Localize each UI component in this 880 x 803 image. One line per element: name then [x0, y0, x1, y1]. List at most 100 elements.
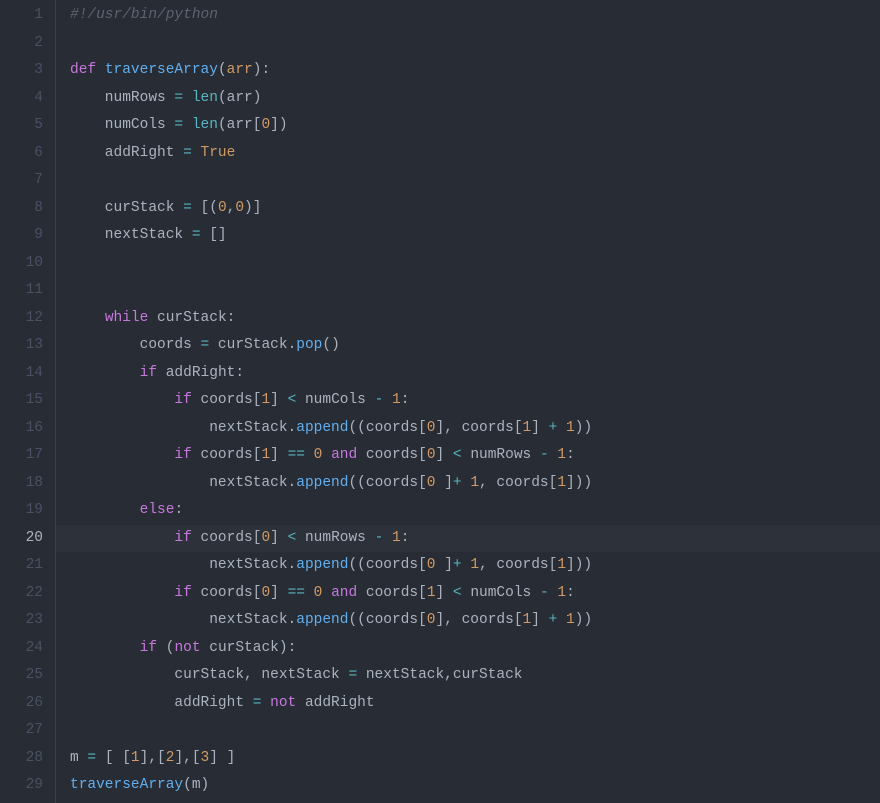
code-line[interactable]: if coords[0] == 0 and coords[1] < numCol…	[70, 580, 592, 608]
line-number: 10	[0, 250, 43, 278]
code-token: ((	[348, 420, 365, 436]
code-token: m	[70, 750, 87, 766]
code-token: ,	[444, 420, 461, 436]
code-token	[70, 392, 174, 408]
code-line[interactable]: if coords[0] < numRows - 1:	[56, 525, 880, 553]
code-token: [	[514, 612, 523, 628]
code-line[interactable]: coords = curStack.pop()	[70, 332, 592, 360]
code-line[interactable]: numCols = len(arr[0])	[70, 112, 592, 140]
code-token: <	[288, 530, 297, 546]
code-token: coords	[357, 447, 418, 463]
code-token	[261, 695, 270, 711]
code-line[interactable]: if addRight:	[70, 360, 592, 388]
line-number: 7	[0, 167, 43, 195]
code-token: ]	[270, 392, 279, 408]
code-line[interactable]: if coords[1] == 0 and coords[0] < numRow…	[70, 442, 592, 470]
code-token: addRight	[70, 695, 253, 711]
code-token: 1	[470, 475, 479, 491]
code-token: ]))	[566, 557, 592, 573]
code-token: and	[331, 447, 357, 463]
code-line[interactable]	[70, 250, 592, 278]
code-token: while	[105, 310, 149, 326]
code-token: arr	[227, 62, 253, 78]
code-token: 0	[235, 200, 244, 216]
code-token: ]	[270, 530, 279, 546]
code-line[interactable]: while curStack:	[70, 305, 592, 333]
code-line[interactable]: addRight = not addRight	[70, 690, 592, 718]
code-line[interactable]: m = [ [1],[2],[3] ]	[70, 745, 592, 773]
code-line[interactable]: #!/usr/bin/python	[70, 2, 592, 30]
code-line[interactable]	[70, 167, 592, 195]
code-token: [ [	[105, 750, 131, 766]
code-token	[96, 750, 105, 766]
code-token: 1	[557, 447, 566, 463]
code-token: 0	[427, 447, 436, 463]
code-token: ))	[575, 420, 592, 436]
code-token: .	[288, 337, 297, 353]
code-token: ],[	[140, 750, 166, 766]
code-token: coords	[70, 337, 201, 353]
code-token: append	[296, 557, 348, 573]
code-line[interactable]: nextStack.append((coords[0], coords[1] +…	[70, 607, 592, 635]
code-line[interactable]: curStack, nextStack = nextStack,curStack	[70, 662, 592, 690]
code-token: 0	[427, 475, 436, 491]
line-number: 14	[0, 360, 43, 388]
code-token: )	[279, 117, 288, 133]
code-token: ,	[479, 557, 496, 573]
code-token: -	[375, 530, 384, 546]
code-editor-content[interactable]: #!/usr/bin/python def traverseArray(arr)…	[56, 0, 592, 803]
code-token: +	[453, 557, 462, 573]
code-line[interactable]: def traverseArray(arr):	[70, 57, 592, 85]
code-token: coords	[192, 530, 253, 546]
code-token	[462, 475, 471, 491]
code-token: arr	[227, 117, 253, 133]
code-token: coords	[366, 420, 418, 436]
code-token: )	[253, 90, 262, 106]
code-token: ,	[444, 667, 453, 683]
code-line[interactable]: addRight = True	[70, 140, 592, 168]
code-token	[70, 530, 174, 546]
code-token	[70, 640, 140, 656]
code-token: :	[401, 392, 410, 408]
code-line[interactable]: traverseArray(m)	[70, 772, 592, 800]
code-token: len	[192, 117, 218, 133]
code-line[interactable]: curStack = [(0,0)]	[70, 195, 592, 223]
line-number: 17	[0, 442, 43, 470]
line-number: 3	[0, 57, 43, 85]
code-token: ]	[436, 420, 445, 436]
code-line[interactable]: if coords[1] < numCols - 1:	[70, 387, 592, 415]
code-line[interactable]: nextStack.append((coords[0], coords[1] +…	[70, 415, 592, 443]
code-token: 1	[261, 447, 270, 463]
code-line[interactable]: else:	[70, 497, 592, 525]
code-token: coords	[192, 447, 253, 463]
code-line[interactable]: if (not curStack):	[70, 635, 592, 663]
line-number: 12	[0, 305, 43, 333]
code-token: -	[540, 585, 549, 601]
code-token	[201, 227, 210, 243]
code-token	[322, 447, 331, 463]
code-token: ==	[288, 585, 305, 601]
code-token: append	[296, 420, 348, 436]
code-token: nextStack	[70, 475, 288, 491]
code-token: ()	[322, 337, 339, 353]
code-token: curStack	[148, 310, 226, 326]
code-line[interactable]: numRows = len(arr)	[70, 85, 592, 113]
code-token: )]	[244, 200, 261, 216]
code-token: coords	[366, 475, 418, 491]
code-token	[279, 530, 288, 546]
code-token	[70, 585, 174, 601]
code-line[interactable]	[70, 277, 592, 305]
code-token: :	[401, 530, 410, 546]
code-token: ]))	[566, 475, 592, 491]
code-line[interactable]: nextStack.append((coords[0 ]+ 1, coords[…	[70, 552, 592, 580]
line-number: 27	[0, 717, 43, 745]
code-line[interactable]	[70, 30, 592, 58]
code-line[interactable]: nextStack = []	[70, 222, 592, 250]
code-token: :	[566, 447, 575, 463]
code-line[interactable]	[70, 717, 592, 745]
code-token: +	[453, 475, 462, 491]
code-token: if	[174, 585, 191, 601]
code-line[interactable]: nextStack.append((coords[0 ]+ 1, coords[…	[70, 470, 592, 498]
line-number: 11	[0, 277, 43, 305]
code-token: =	[201, 337, 210, 353]
